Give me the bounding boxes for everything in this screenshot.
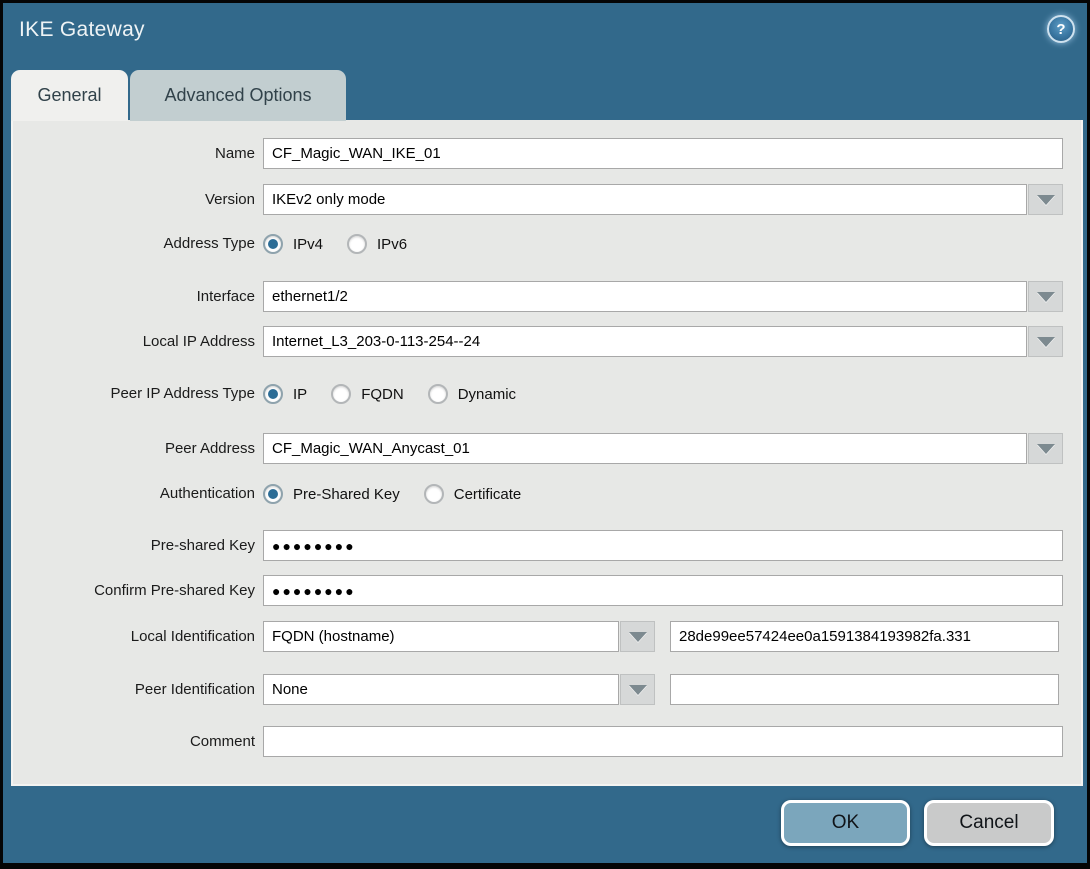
ok-button[interactable]: OK xyxy=(781,800,910,846)
local-identification-type-input[interactable] xyxy=(263,621,619,652)
general-tab-panel: Name Version Address Type IPv4 xyxy=(11,120,1083,786)
auth-pre-shared-key-option[interactable]: Pre-Shared Key xyxy=(263,484,400,504)
radio-unselected-icon[interactable] xyxy=(423,484,444,504)
peer-identification-dropdown-button[interactable] xyxy=(620,674,655,705)
peer-identification-row: Peer Identification xyxy=(13,674,1081,705)
local-identification-row: Local Identification xyxy=(13,621,1081,652)
interface-input[interactable] xyxy=(263,281,1027,312)
radio-selected-icon[interactable] xyxy=(263,484,283,504)
peer-identification-value-input[interactable] xyxy=(670,674,1059,705)
pre-shared-key-row: Pre-shared Key xyxy=(13,530,1081,561)
version-input[interactable] xyxy=(263,184,1027,215)
help-icon[interactable]: ? xyxy=(1047,15,1075,43)
name-input[interactable] xyxy=(263,138,1063,169)
peer-type-dynamic-option[interactable]: Dynamic xyxy=(427,384,517,404)
authentication-label: Authentication xyxy=(159,485,255,502)
comment-input[interactable] xyxy=(263,726,1063,757)
peer-type-fqdn-option[interactable]: FQDN xyxy=(331,384,404,404)
chevron-down-icon xyxy=(628,631,647,642)
name-label: Name xyxy=(214,145,255,162)
radio-unselected-icon[interactable] xyxy=(347,234,368,254)
peer-address-label: Peer Address xyxy=(164,440,255,457)
cancel-button[interactable]: Cancel xyxy=(924,800,1054,846)
fqdn-option-label: FQDN xyxy=(361,385,404,403)
version-row: Version xyxy=(13,184,1081,215)
ipv4-option-label: IPv4 xyxy=(293,235,324,253)
confirm-pre-shared-key-label: Confirm Pre-shared Key xyxy=(94,582,255,599)
local-ip-address-dropdown-button[interactable] xyxy=(1028,326,1063,357)
pre-shared-key-input[interactable] xyxy=(263,530,1063,561)
local-identification-dropdown-button[interactable] xyxy=(620,621,655,652)
chevron-down-icon xyxy=(1036,291,1055,302)
pre-shared-key-label: Pre-shared Key xyxy=(150,537,255,554)
peer-identification-type-input[interactable] xyxy=(263,674,619,705)
confirm-pre-shared-key-input[interactable] xyxy=(263,575,1063,606)
address-type-ipv4-option[interactable]: IPv4 xyxy=(263,234,323,254)
name-row: Name xyxy=(13,138,1081,169)
peer-type-ip-option[interactable]: IP xyxy=(263,384,307,404)
interface-dropdown-button[interactable] xyxy=(1028,281,1063,312)
address-type-label: Address Type xyxy=(163,235,255,252)
peer-identification-label: Peer Identification xyxy=(134,681,255,698)
radio-unselected-icon[interactable] xyxy=(427,384,448,404)
address-type-row: Address Type IPv4 IPv6 xyxy=(13,229,1081,259)
version-label: Version xyxy=(204,191,255,208)
peer-address-row: Peer Address xyxy=(13,433,1081,464)
tab-advanced-options[interactable]: Advanced Options xyxy=(130,70,346,121)
ip-option-label: IP xyxy=(293,385,308,403)
ipv6-option-label: IPv6 xyxy=(377,235,408,253)
peer-address-dropdown-button[interactable] xyxy=(1028,433,1063,464)
local-ip-address-input[interactable] xyxy=(263,326,1027,357)
tab-general[interactable]: General xyxy=(11,70,128,121)
peer-ip-address-type-label: Peer IP Address Type xyxy=(110,385,255,402)
chevron-down-icon xyxy=(1036,336,1055,347)
local-ip-address-row: Local IP Address xyxy=(13,326,1081,357)
pre-shared-key-option-label: Pre-Shared Key xyxy=(293,485,400,503)
radio-selected-icon[interactable] xyxy=(263,234,283,254)
radio-selected-icon[interactable] xyxy=(263,384,283,404)
local-identification-label: Local Identification xyxy=(130,628,255,645)
interface-label: Interface xyxy=(196,288,255,305)
peer-address-input[interactable] xyxy=(263,433,1027,464)
comment-row: Comment xyxy=(13,726,1081,757)
version-dropdown-button[interactable] xyxy=(1028,184,1063,215)
chevron-down-icon xyxy=(1036,194,1055,205)
dialog-title: IKE Gateway xyxy=(19,18,145,41)
address-type-ipv6-option[interactable]: IPv6 xyxy=(347,234,407,254)
chevron-down-icon xyxy=(1036,443,1055,454)
dynamic-option-label: Dynamic xyxy=(457,385,517,403)
authentication-row: Authentication Pre-Shared Key Certificat… xyxy=(13,479,1081,509)
radio-unselected-icon[interactable] xyxy=(331,384,352,404)
peer-ip-address-type-row: Peer IP Address Type IP FQDN Dynamic xyxy=(13,379,1081,409)
ike-gateway-dialog: IKE Gateway ? General Advanced Options N… xyxy=(0,0,1090,869)
certificate-option-label: Certificate xyxy=(453,485,522,503)
interface-row: Interface xyxy=(13,281,1081,312)
auth-certificate-option[interactable]: Certificate xyxy=(423,484,522,504)
local-ip-address-label: Local IP Address xyxy=(142,333,255,350)
chevron-down-icon xyxy=(628,684,647,695)
confirm-pre-shared-key-row: Confirm Pre-shared Key xyxy=(13,575,1081,606)
local-identification-value-input[interactable] xyxy=(670,621,1059,652)
comment-label: Comment xyxy=(189,733,255,750)
